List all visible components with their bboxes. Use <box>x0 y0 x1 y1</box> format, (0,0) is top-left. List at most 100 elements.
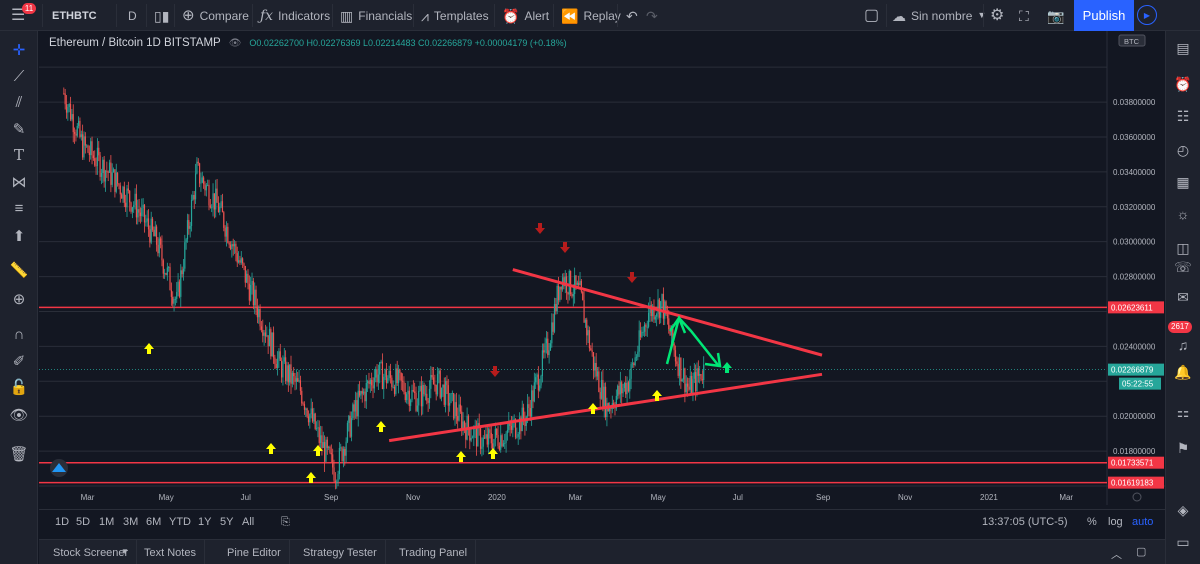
ruler-icon[interactable]: 📏 <box>8 259 30 281</box>
symbol-search[interactable]: ETHBTC <box>52 0 97 31</box>
log-toggle[interactable]: log <box>1108 516 1123 528</box>
redo-button[interactable]: ↷ <box>646 0 658 31</box>
alarm-icon[interactable]: ⏰ <box>1172 73 1194 95</box>
range-button-5d[interactable]: 5D <box>76 516 90 528</box>
compare-label: Compare <box>199 8 249 23</box>
calendar-icon[interactable]: ▦ <box>1172 171 1194 193</box>
range-button-1m[interactable]: 1M <box>99 516 114 528</box>
fullscreen-button[interactable]: ⛶ <box>1019 0 1029 31</box>
watchlist-icon[interactable]: ▤ <box>1172 37 1194 59</box>
ideas-icon[interactable]: ⚑ <box>1172 437 1194 459</box>
pattern-icon[interactable]: ⋈ <box>8 171 30 193</box>
eye-toggle-icon[interactable]: 👁 <box>229 38 242 49</box>
range-button-all[interactable]: All <box>242 516 254 528</box>
range-button-6m[interactable]: 6M <box>146 516 161 528</box>
tab-trading-panel[interactable]: Trading Panel <box>391 540 477 564</box>
chevron-down-icon[interactable]: ▼ <box>121 547 129 556</box>
price-chart[interactable]: 0.03800000 0.03600000 0.03400000 0.03200000… <box>39 31 1165 505</box>
snapshot-button[interactable]: 📷 <box>1047 0 1064 31</box>
replay-button[interactable]: ⏪ Replay <box>561 0 621 31</box>
candle-body <box>506 429 509 434</box>
range-button-ytd[interactable]: YTD <box>169 516 191 528</box>
collapse-panel-icon[interactable]: ︿ <box>1111 546 1122 562</box>
interval-button[interactable]: D <box>128 0 137 31</box>
lock-drawings-icon[interactable]: ✐ <box>8 350 30 372</box>
compare-button[interactable]: ⊕ Compare <box>182 0 249 31</box>
candle-body <box>551 322 553 344</box>
candle-body <box>178 281 181 297</box>
fib-tool-icon[interactable]: ⫽ <box>8 91 30 113</box>
candle-body <box>133 205 135 208</box>
candle-body <box>103 159 105 182</box>
crosshair-icon[interactable]: ✛ <box>8 39 30 61</box>
trend-line-icon[interactable]: ⟋ <box>8 65 30 87</box>
percent-toggle[interactable]: % <box>1087 516 1097 528</box>
candle-body <box>354 400 357 412</box>
alerts-bell-icon[interactable]: ♫ <box>1172 334 1194 356</box>
candle-body <box>233 243 236 247</box>
prediction-icon[interactable]: ≡ <box>8 197 30 219</box>
alert-button[interactable]: ⏰ Alert <box>502 0 549 31</box>
publish-button[interactable]: Publish <box>1074 0 1134 31</box>
undo-button[interactable]: ↶ <box>626 0 638 31</box>
plus-circle-icon: ⊕ <box>182 7 195 24</box>
drawing-toolbar: ✛ ⟋ ⫽ ✎ T ⋈ ≡ ⬆ 📏 ⊕ ∩ ✐ 🔓 👁 🗑 <box>0 31 38 564</box>
message-icon[interactable]: ✉ <box>1172 286 1194 308</box>
layout-select-button[interactable]: ▢ <box>864 0 879 31</box>
candle-body <box>575 275 577 285</box>
financials-button[interactable]: ▥ Financials <box>340 0 412 31</box>
candle-body <box>119 185 121 195</box>
arrow-up-icon[interactable]: ⬆ <box>8 225 30 247</box>
candle-body <box>392 386 394 388</box>
candle-body <box>149 229 151 243</box>
range-button-1d[interactable]: 1D <box>55 516 69 528</box>
candle-body <box>418 390 420 406</box>
candle-body <box>407 390 409 395</box>
candle-body <box>303 404 306 410</box>
bell-icon[interactable]: 🔔 <box>1172 361 1194 383</box>
templates-button[interactable]: ⩘ Templates <box>421 0 489 31</box>
candle-body <box>680 357 682 382</box>
alert-label: Alert <box>524 8 550 23</box>
lightbulb-icon[interactable]: ☼ <box>1172 203 1194 225</box>
video-play-icon[interactable]: ▶ <box>1137 5 1157 25</box>
indicators-button[interactable]: ƒx Indicators <box>260 0 330 31</box>
candle-body <box>697 368 699 376</box>
candle-body <box>501 435 503 447</box>
chat-icon[interactable]: ☏ <box>1172 256 1194 278</box>
eye-icon[interactable]: 👁 <box>8 404 30 426</box>
candle-body <box>483 437 486 439</box>
brush-icon[interactable]: ✎ <box>8 118 30 140</box>
zoom-in-icon[interactable]: ⊕ <box>8 288 30 310</box>
chevron-down-icon: ▼ <box>977 10 987 20</box>
trash-icon[interactable]: 🗑 <box>8 443 30 465</box>
more-icon[interactable]: ▭ <box>1172 531 1194 553</box>
goto-date-icon[interactable]: ⎘ <box>281 516 290 529</box>
text-tool-icon[interactable]: T <box>8 144 30 166</box>
unlock-icon[interactable]: 🔓 <box>8 376 30 398</box>
candle-body <box>547 338 549 356</box>
clock-icon[interactable]: ◴ <box>1172 139 1194 161</box>
candle-body <box>557 285 560 301</box>
maximize-panel-icon[interactable]: ▢ <box>1136 545 1146 558</box>
chart-style-button[interactable]: ▯▮ <box>154 0 169 31</box>
auto-scale-toggle[interactable]: auto <box>1132 516 1153 528</box>
clock-display[interactable]: 13:37:05 (UTC-5) <box>982 516 1068 528</box>
tab-strategy-tester[interactable]: Strategy Tester <box>295 540 386 564</box>
range-button-3m[interactable]: 3M <box>123 516 138 528</box>
stack-icon[interactable]: ◈ <box>1172 499 1194 521</box>
chart-pane[interactable]: 0.03800000 0.03600000 0.03400000 0.03200000… <box>39 31 1165 505</box>
range-button-5y[interactable]: 5Y <box>220 516 233 528</box>
magnet-icon[interactable]: ∩ <box>8 323 30 345</box>
candle-body <box>314 413 316 429</box>
candle-body <box>646 326 648 328</box>
save-layout-button[interactable]: ☁ Sin nombre ▼ <box>892 0 986 31</box>
tab-text-notes[interactable]: Text Notes <box>136 540 205 564</box>
tab-pine-editor[interactable]: Pine Editor <box>219 540 290 564</box>
range-button-1y[interactable]: 1Y <box>198 516 211 528</box>
hotlist-icon[interactable]: ⚏ <box>1172 401 1194 423</box>
data-window-icon[interactable]: ☷ <box>1172 105 1194 127</box>
candle-body <box>189 226 191 229</box>
candle-body <box>276 358 279 369</box>
settings-button[interactable]: ⚙ <box>990 0 1004 31</box>
